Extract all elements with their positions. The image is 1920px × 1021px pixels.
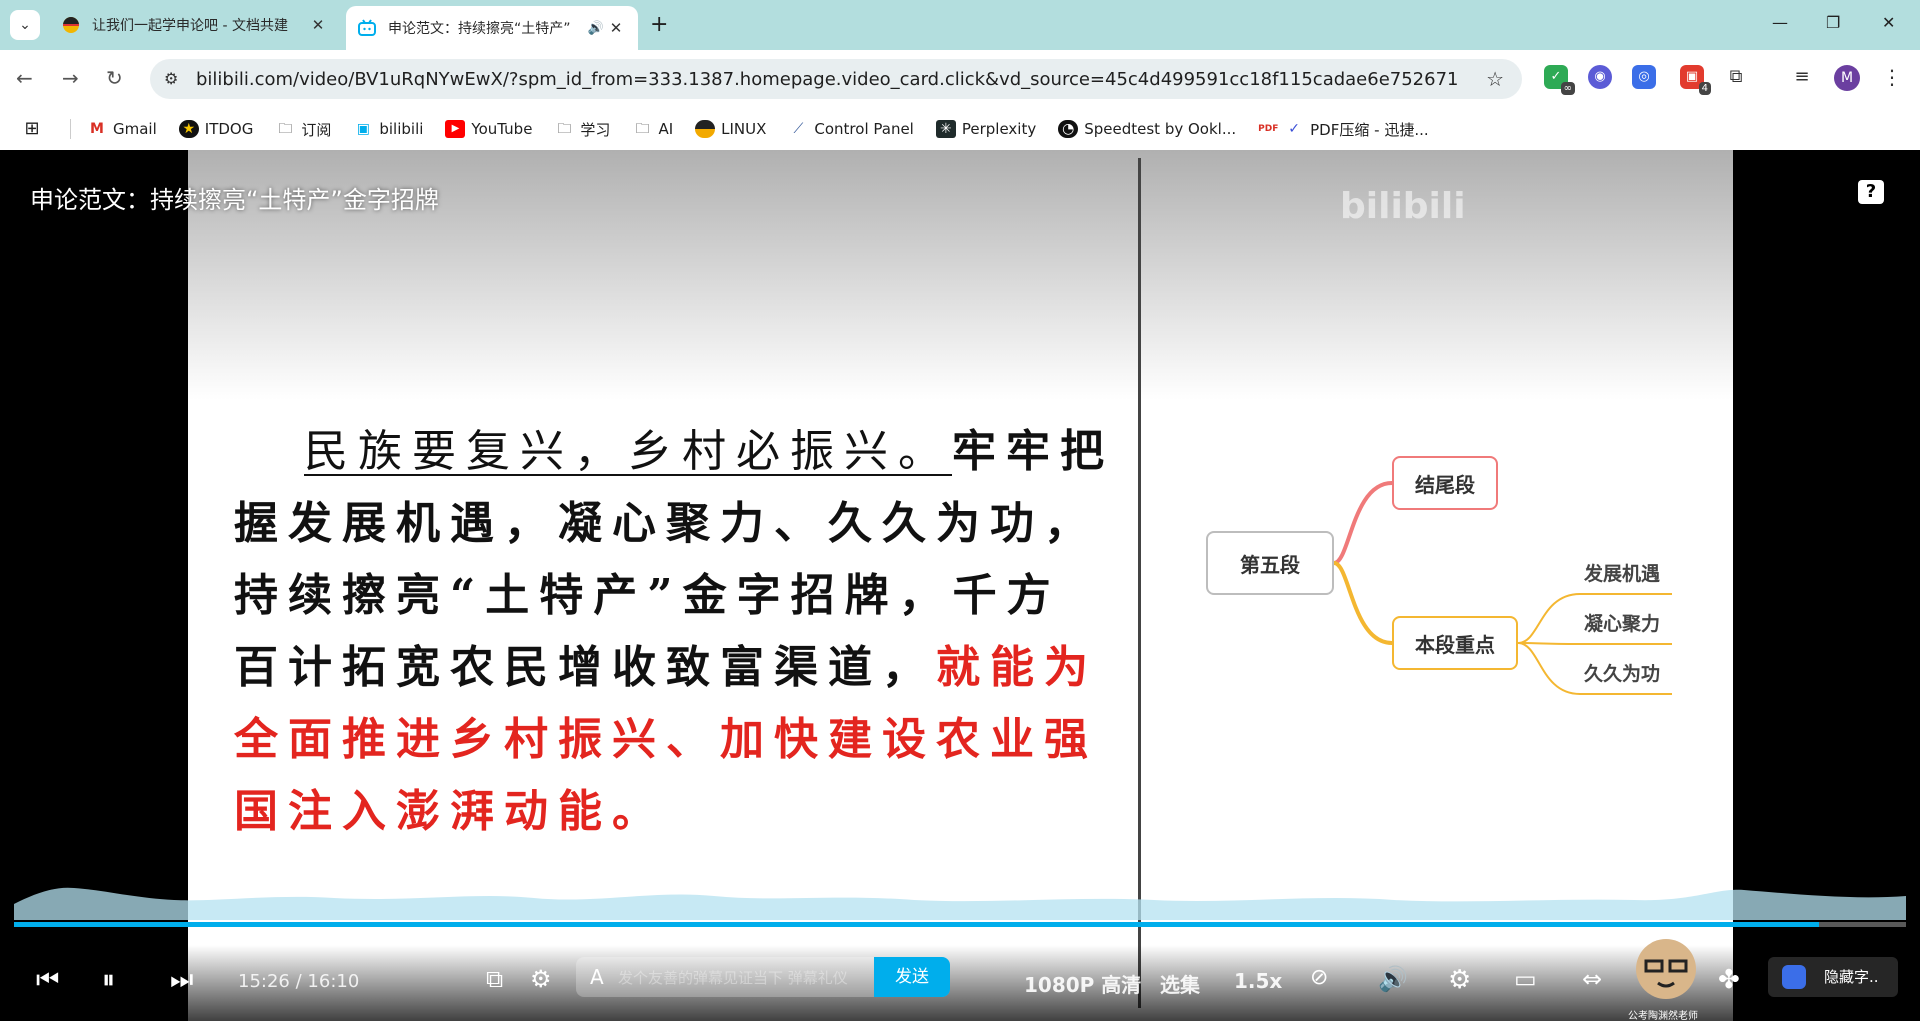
mascot-avatar[interactable] (1630, 933, 1702, 1005)
extension-translate-icon[interactable]: ◎ (1632, 65, 1656, 89)
browser-window: ⌄ 让我们一起学申论吧 - 文档共建 ✕ 申论范文：持续擦亮“土特产” 🔊 ✕ (0, 0, 1920, 1021)
fullscreen-web-icon[interactable]: ✤ (1718, 965, 1740, 995)
extension-bot-icon[interactable]: ◉ (1588, 65, 1612, 89)
previous-icon[interactable]: ⏮ (36, 965, 59, 996)
reload-icon[interactable]: ↻ (106, 66, 123, 90)
profile-avatar[interactable]: M (1834, 65, 1860, 91)
bookmark-itdog[interactable]: ★ ITDOG (178, 120, 253, 138)
time-current: 15:26 (238, 971, 290, 992)
translate-icon (1782, 965, 1806, 989)
bookmark-bilibili[interactable]: ▣ bilibili (353, 120, 424, 138)
bookmark-folder-ai[interactable]: 🗀 AI (632, 120, 673, 138)
close-window-icon[interactable]: ✕ (1882, 13, 1895, 32)
mindmap-leaf: 发展机遇 (1584, 563, 1661, 585)
quality-button[interactable]: 1080P 高清 (1024, 969, 1141, 998)
close-icon[interactable]: ✕ (308, 16, 328, 34)
danmaku-toggle-icon[interactable]: ⧉ (486, 965, 503, 993)
mindmap-root: 第五段 (1206, 531, 1334, 595)
media-control-icon[interactable]: ≡ (1790, 65, 1814, 89)
subtitle-off-icon[interactable]: ⊘ (1310, 965, 1328, 990)
danmaku-density-graph (14, 887, 1906, 920)
progress-fill (14, 922, 1819, 927)
perplexity-icon: ✳ (935, 120, 956, 138)
bookmark-pdf-compress[interactable]: PDF ✓ PDF压缩 - 迅捷... (1258, 119, 1428, 140)
apps-grid-icon[interactable]: ⊞ (22, 120, 48, 138)
bookmark-folder-subscribe[interactable]: 🗀 订阅 (275, 119, 331, 140)
tab-document[interactable]: 让我们一起学申论吧 - 文档共建 ✕ (50, 8, 340, 42)
tab-bilibili-video[interactable]: 申论范文：持续擦亮“土特产” 🔊 ✕ (346, 6, 638, 50)
browser-toolbar: ← → ↻ ⚙ bilibili.com/video/BV1uRqNYwEwX/… (0, 50, 1920, 108)
close-icon[interactable]: ✕ (606, 19, 626, 37)
url-text[interactable]: bilibili.com/video/BV1uRqNYwEwX/?spm_id_… (196, 69, 1459, 90)
bookmarks-bar: ⊞ M Gmail ★ ITDOG 🗀 订阅 ▣ bilibili ▶ YouTube 🗀… (0, 108, 1920, 150)
folder-icon: 🗀 (278, 121, 293, 137)
folder-icon: 🗀 (635, 121, 650, 137)
site-info-icon[interactable]: ⚙ (164, 69, 178, 88)
back-icon[interactable]: ← (16, 66, 33, 90)
mindmap-leaf: 久久为功 (1584, 663, 1661, 685)
pdf-icon: PDF (1258, 124, 1279, 134)
extensions-puzzle-icon[interactable]: ⧉ (1724, 65, 1748, 89)
youtube-icon: ▶ (445, 120, 466, 138)
bookmark-youtube[interactable]: ▶ YouTube (445, 120, 532, 138)
bookmark-perplexity[interactable]: ✳ Perplexity (935, 120, 1036, 138)
hide-subtitle-button[interactable]: 隐藏字.. (1768, 957, 1898, 997)
forward-icon[interactable]: → (62, 66, 79, 90)
bookmark-control-panel[interactable]: ⟋ Control Panel (788, 120, 913, 138)
restore-icon[interactable]: ❐ (1826, 13, 1840, 32)
danmaku-style-icon[interactable]: A (590, 965, 604, 989)
mindmap-leaf: 凝心聚力 (1584, 613, 1661, 635)
time-display: 15:26 / 16:10 (238, 971, 360, 992)
time-total: 16:10 (307, 971, 360, 992)
speedtest-icon: ◔ (1058, 120, 1079, 138)
bookmarks-separator (70, 119, 71, 139)
volume-icon[interactable]: 🔊 (1378, 965, 1408, 993)
control-panel-icon: ⟋ (793, 121, 804, 137)
video-player[interactable]: 申论范文：持续擦亮“土特产”金字招牌 bilibili ? 民族要复兴，乡村必振… (0, 150, 1920, 1021)
folder-icon: 🗀 (557, 121, 572, 137)
extension-shield-icon[interactable]: ✓ ∞ (1544, 65, 1575, 95)
check-icon: ✓ (1288, 121, 1300, 137)
tab-strip: ⌄ 让我们一起学申论吧 - 文档共建 ✕ 申论范文：持续擦亮“土特产” 🔊 ✕ (0, 0, 1920, 50)
danmaku-input[interactable]: A 发个友善的弹幕见证当下 弹幕礼仪 发送 (576, 957, 950, 997)
speaker-icon[interactable]: 🔊 (586, 21, 606, 36)
bookmark-gmail[interactable]: M Gmail (87, 120, 157, 138)
menu-kebab-icon[interactable]: ⋮ (1880, 65, 1904, 89)
bookmark-speedtest[interactable]: ◔ Speedtest by Ookl... (1058, 120, 1236, 138)
next-icon[interactable]: ⏭ (170, 965, 193, 996)
extension-red-icon[interactable]: ▣ 4 (1680, 65, 1711, 95)
send-button[interactable]: 发送 (874, 957, 950, 997)
bilibili-icon: ▣ (356, 121, 370, 137)
address-bar[interactable]: ⚙ bilibili.com/video/BV1uRqNYwEwX/?spm_i… (150, 59, 1522, 99)
bilibili-icon (358, 19, 376, 36)
bookmark-linux[interactable]: LINUX (695, 120, 766, 138)
picture-in-picture-icon[interactable]: ▭ (1514, 965, 1537, 993)
itdog-icon: ★ (178, 120, 199, 138)
doc-site-icon (63, 17, 79, 33)
minimize-icon[interactable]: — (1772, 13, 1788, 32)
settings-gear-icon[interactable]: ⚙ (1448, 965, 1471, 995)
player-controls: ⏮ ⏸ ⏭ 15:26 / 16:10 ⧉ ⚙ A 发个友善的弹幕见证当下 弹幕… (0, 939, 1920, 1021)
new-tab-icon[interactable]: + (650, 12, 668, 37)
danmaku-settings-icon[interactable]: ⚙ (530, 965, 552, 993)
bookmark-star-icon[interactable]: ☆ (1486, 67, 1504, 91)
episodes-button[interactable]: 选集 (1160, 969, 1200, 998)
tab-search-button[interactable]: ⌄ (10, 10, 40, 40)
gmail-icon: M (90, 121, 104, 137)
mindmap-end-node: 结尾段 (1392, 456, 1498, 510)
mindmap-focus-node: 本段重点 (1392, 616, 1518, 670)
widescreen-icon[interactable]: ⇔ (1582, 965, 1602, 993)
pause-icon[interactable]: ⏸ (102, 965, 115, 996)
bookmark-folder-study[interactable]: 🗀 学习 (554, 119, 610, 140)
danmaku-placeholder: 发个友善的弹幕见证当下 弹幕礼仪 (618, 969, 848, 987)
tab-title: 让我们一起学申论吧 - 文档共建 (92, 18, 288, 34)
chevron-down-icon: ⌄ (19, 17, 31, 33)
progress-bar[interactable] (14, 922, 1906, 927)
speed-button[interactable]: 1.5x (1234, 969, 1282, 993)
tab-title: 申论范文：持续擦亮“土特产” (388, 21, 571, 37)
linux-icon (695, 120, 716, 138)
mascot-caption: 公考陶渊然老师 (1628, 1011, 1698, 1021)
